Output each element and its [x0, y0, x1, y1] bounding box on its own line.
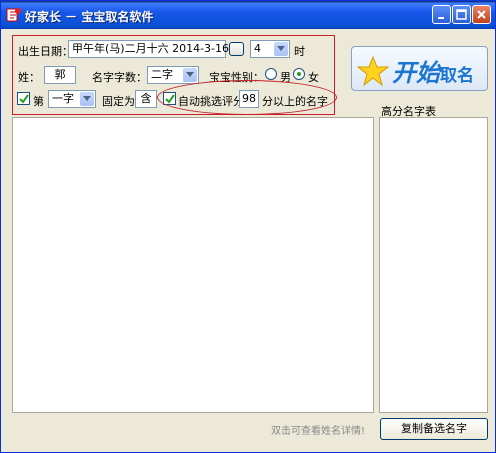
- close-button[interactable]: [472, 5, 491, 24]
- gender-male-label: 男: [280, 71, 291, 84]
- hour-select[interactable]: 4: [250, 40, 290, 58]
- birth-date-value: 甲午年(马)二月十六 2014-3-16: [72, 42, 230, 55]
- auto-select-checkbox[interactable]: [163, 92, 176, 105]
- fix-prefix-label: 第: [33, 95, 44, 108]
- high-score-list[interactable]: [379, 117, 488, 413]
- auto-select-label: 自动挑选评分: [178, 95, 244, 108]
- surname-label: 姓：: [18, 71, 40, 84]
- app-window: 好家长 － 宝宝取名软件 出生日期： 甲午年(马)二月十六 2014-3-16 …: [0, 0, 496, 453]
- fix-char-input[interactable]: 含: [135, 90, 157, 108]
- chevron-down-icon[interactable]: [274, 42, 288, 56]
- start-label-big: 开始: [392, 59, 440, 87]
- start-label-small: 取名: [440, 66, 474, 86]
- gender-female-label: 女: [308, 71, 319, 84]
- gender-label: 宝宝性别：: [209, 71, 264, 84]
- fix-label: 固定为: [102, 95, 135, 108]
- surname-value: 郭: [54, 68, 66, 81]
- name-length-select[interactable]: 二字: [147, 66, 199, 84]
- copy-names-button[interactable]: 复制备选名字: [380, 418, 488, 440]
- fix-position-value: 一字: [52, 92, 74, 105]
- name-length-value: 二字: [151, 68, 173, 81]
- star-icon: [357, 55, 389, 87]
- title-bar[interactable]: 好家长 － 宝宝取名软件: [1, 1, 495, 29]
- minimize-button[interactable]: [432, 5, 451, 24]
- fix-char-value: 含: [140, 92, 152, 105]
- calendar-button[interactable]: [229, 42, 244, 56]
- fix-position-select[interactable]: 一字: [48, 90, 96, 108]
- start-label: 开始取名: [392, 53, 474, 88]
- fix-char-checkbox[interactable]: [17, 92, 30, 105]
- radio-selected-dot: [297, 72, 301, 76]
- name-length-label: 名字字数：: [92, 71, 147, 84]
- score-suffix-label: 分以上的名字: [262, 95, 328, 108]
- app-icon: [6, 8, 21, 22]
- chevron-down-icon[interactable]: [80, 92, 94, 106]
- gender-female-radio[interactable]: [293, 68, 305, 80]
- gender-male-radio[interactable]: [265, 68, 277, 80]
- name-results-list[interactable]: [12, 117, 374, 413]
- hour-unit-label: 时: [294, 45, 305, 58]
- start-naming-button[interactable]: 开始取名: [351, 46, 488, 91]
- birth-date-label: 出生日期：: [18, 45, 73, 58]
- surname-input[interactable]: 郭: [44, 66, 76, 84]
- chevron-down-icon[interactable]: [183, 68, 197, 82]
- double-click-hint: 双击可查看姓名详情!: [271, 426, 366, 437]
- score-input[interactable]: 98: [239, 90, 259, 108]
- hour-value: 4: [254, 42, 261, 55]
- window-title: 好家长 － 宝宝取名软件: [25, 10, 154, 24]
- maximize-button[interactable]: [452, 5, 471, 24]
- birth-date-field[interactable]: 甲午年(马)二月十六 2014-3-16: [68, 40, 230, 58]
- score-value: 98: [242, 92, 256, 105]
